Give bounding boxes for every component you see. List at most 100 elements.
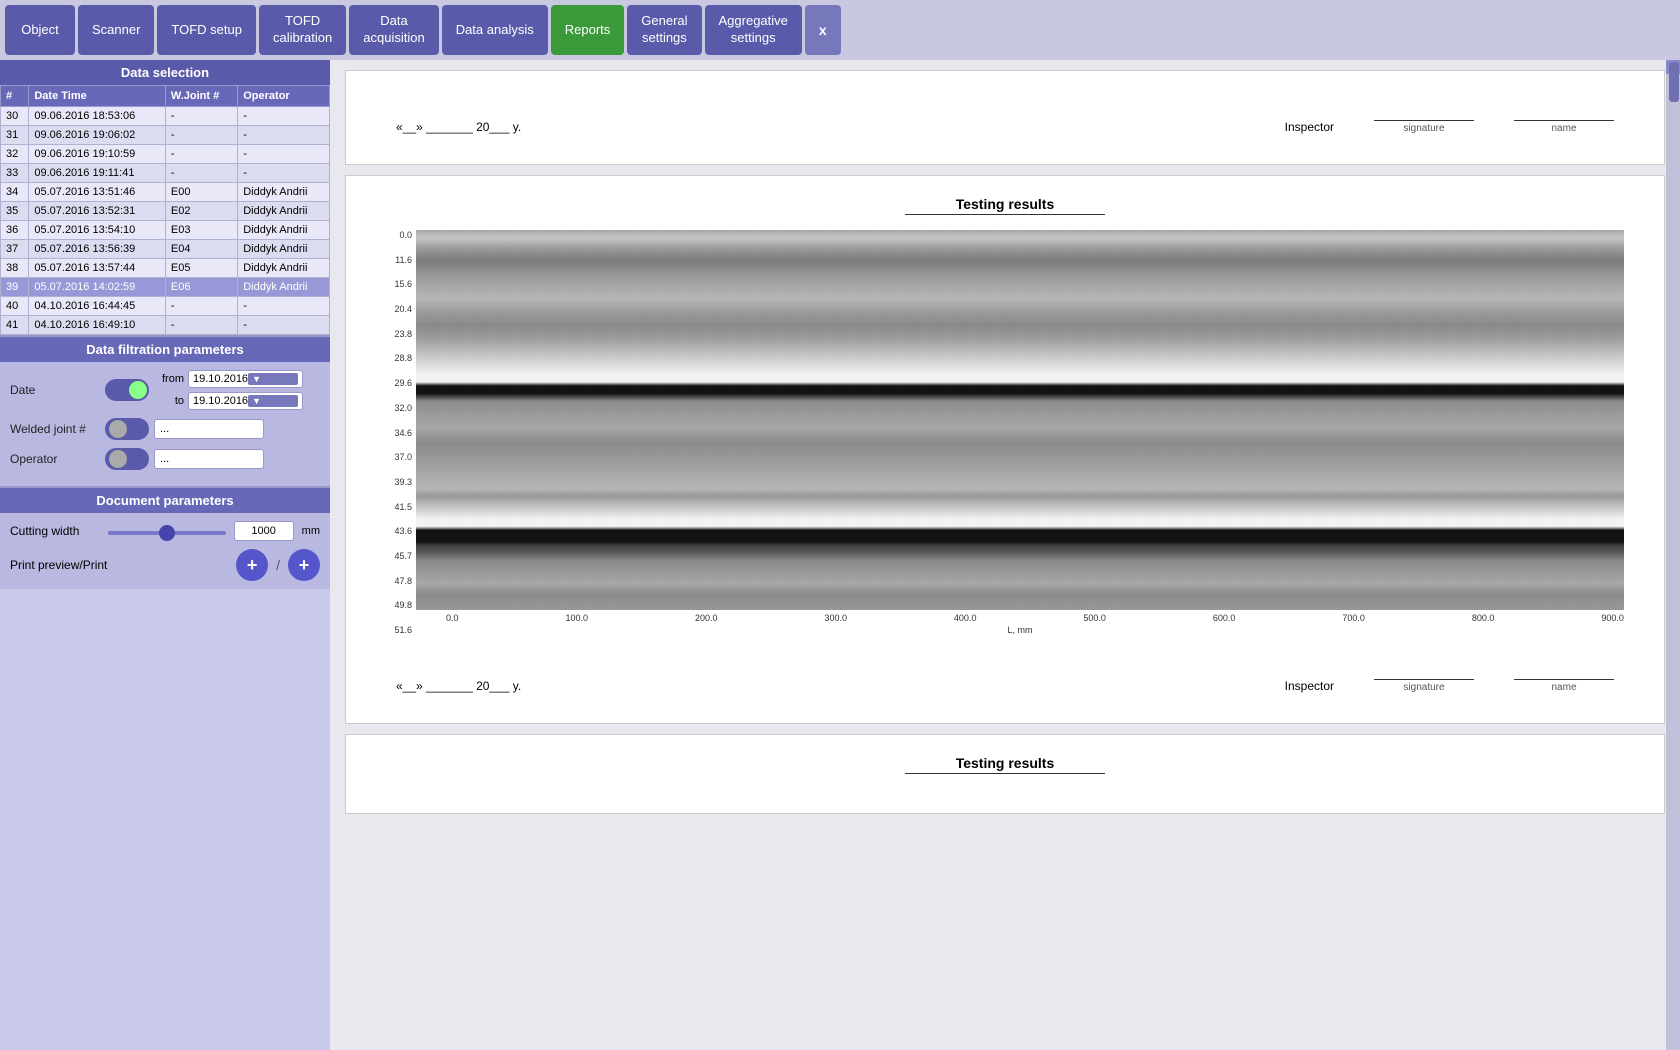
report-page-1: «__» _______ 20___ y. Inspector signatur… — [345, 70, 1665, 165]
cell-operator: - — [238, 164, 330, 183]
date-to-arrow-icon[interactable]: ▼ — [248, 395, 298, 407]
table-row[interactable]: 39 05.07.2016 14:02:59 E06 Diddyk Andrii — [1, 278, 330, 297]
nav-general-settings[interactable]: General settings — [627, 5, 701, 55]
cell-operator: - — [238, 126, 330, 145]
cell-wjoint: E02 — [165, 202, 237, 221]
nav-aggregative-settings[interactable]: Aggregative settings — [705, 5, 802, 55]
name-caption-2: name — [1551, 682, 1576, 693]
data-table-wrapper[interactable]: # Date Time W.Joint # Operator 30 09.06.… — [0, 85, 330, 335]
table-row[interactable]: 38 05.07.2016 13:57:44 E05 Diddyk Andrii — [1, 259, 330, 278]
y-axis-tick: 41.5 — [386, 502, 412, 512]
nav-object[interactable]: Object — [5, 5, 75, 55]
nav-reports[interactable]: Reports — [551, 5, 625, 55]
x-axis-tick: 500.0 — [1083, 613, 1106, 623]
right-scrollbar[interactable]: ▲ — [1666, 60, 1680, 1050]
date-to-value: 19.10.2016 — [193, 395, 248, 407]
table-row[interactable]: 41 04.10.2016 16:49:10 - - — [1, 316, 330, 335]
date-from-to: from 19.10.2016 ▼ to 19.10.2016 ▼ — [154, 370, 303, 410]
nav-data-acquisition[interactable]: Data acquisition — [349, 5, 438, 55]
table-row[interactable]: 37 05.07.2016 13:56:39 E04 Diddyk Andrii — [1, 240, 330, 259]
doc-params-section: Document parameters Cutting width mm Pri… — [0, 486, 330, 589]
scrollbar-thumb[interactable] — [1669, 62, 1679, 102]
wjoint-toggle[interactable] — [105, 418, 149, 440]
y-axis-tick: 28.8 — [386, 353, 412, 363]
print-row: Print preview/Print + / + — [10, 549, 320, 581]
wjoint-label: Welded joint # — [10, 422, 100, 436]
scan-container: 0.011.615.620.423.828.829.632.034.637.03… — [376, 225, 1634, 650]
cell-wjoint: - — [165, 164, 237, 183]
cell-operator: Diddyk Andrii — [238, 183, 330, 202]
operator-input[interactable] — [154, 449, 264, 469]
table-row[interactable]: 35 05.07.2016 13:52:31 E02 Diddyk Andrii — [1, 202, 330, 221]
cell-datetime: 04.10.2016 16:44:45 — [29, 297, 166, 316]
nav-tofd-setup[interactable]: TOFD setup — [157, 5, 256, 55]
y-axis-tick: 51.6 — [386, 625, 412, 635]
nav-scanner[interactable]: Scanner — [78, 5, 154, 55]
wjoint-toggle-wrapper — [105, 418, 149, 440]
operator-toggle[interactable] — [105, 448, 149, 470]
cutting-width-label: Cutting width — [10, 524, 100, 538]
operator-toggle-wrapper — [105, 448, 149, 470]
cell-wjoint: - — [165, 145, 237, 164]
cell-id: 30 — [1, 107, 29, 126]
table-row[interactable]: 33 09.06.2016 19:11:41 - - — [1, 164, 330, 183]
right-content[interactable]: «__» _______ 20___ y. Inspector signatur… — [330, 60, 1680, 1050]
operator-filter-row: Operator — [10, 448, 320, 470]
nav-tofd-calibration[interactable]: TOFD calibration — [259, 5, 346, 55]
main-layout: Data selection # Date Time W.Joint # Ope… — [0, 60, 1680, 1050]
cutting-width-value[interactable] — [234, 521, 294, 541]
x-axis-tick: 400.0 — [954, 613, 977, 623]
inspector-row-2: Inspector signature name — [1285, 660, 1614, 693]
date-from-arrow-icon[interactable]: ▼ — [248, 373, 298, 385]
print-slash: / — [276, 557, 280, 573]
y-axis-tick: 32.0 — [386, 403, 412, 413]
table-row[interactable]: 36 05.07.2016 13:54:10 E03 Diddyk Andrii — [1, 221, 330, 240]
wjoint-filter-row: Welded joint # — [10, 418, 320, 440]
nav-data-analysis[interactable]: Data analysis — [442, 5, 548, 55]
name-col-2: name — [1514, 660, 1614, 693]
wjoint-input[interactable] — [154, 419, 264, 439]
cutting-width-slider[interactable] — [108, 531, 226, 535]
date-from-select[interactable]: 19.10.2016 ▼ — [188, 370, 303, 388]
x-axis-tick: 300.0 — [824, 613, 847, 623]
y-axis-tick: 23.8 — [386, 329, 412, 339]
cell-wjoint: E03 — [165, 221, 237, 240]
cell-wjoint: E00 — [165, 183, 237, 202]
table-row[interactable]: 32 09.06.2016 19:10:59 - - — [1, 145, 330, 164]
date-text-1: «__» _______ 20___ y. — [396, 120, 521, 134]
name-line-2 — [1514, 660, 1614, 680]
signature-col-1: signature — [1374, 101, 1474, 134]
table-row[interactable]: 30 09.06.2016 18:53:06 - - — [1, 107, 330, 126]
cell-operator: - — [238, 145, 330, 164]
x-axis-tick: 900.0 — [1601, 613, 1624, 623]
cell-operator: - — [238, 297, 330, 316]
cell-datetime: 05.07.2016 13:54:10 — [29, 221, 166, 240]
x-axis-tick: 100.0 — [565, 613, 588, 623]
y-axis-tick: 20.4 — [386, 304, 412, 314]
inspector-label-1: Inspector — [1285, 120, 1334, 134]
date-toggle[interactable] — [105, 379, 149, 401]
cutting-slider-wrapper — [108, 524, 226, 538]
signature-col-2: signature — [1374, 660, 1474, 693]
print-btn-1[interactable]: + — [236, 549, 268, 581]
table-row[interactable]: 40 04.10.2016 16:44:45 - - — [1, 297, 330, 316]
y-axis-tick: 11.6 — [386, 255, 412, 265]
cell-id: 35 — [1, 202, 29, 221]
nav-close[interactable]: x — [805, 5, 841, 55]
print-label: Print preview/Print — [10, 558, 228, 572]
y-axis-tick: 15.6 — [386, 279, 412, 289]
table-row[interactable]: 34 05.07.2016 13:51:46 E00 Diddyk Andrii — [1, 183, 330, 202]
table-row[interactable]: 31 09.06.2016 19:06:02 - - — [1, 126, 330, 145]
signature-row-2: «__» _______ 20___ y. Inspector signatur… — [376, 650, 1634, 703]
name-col-1: name — [1514, 101, 1614, 134]
y-axis-tick: 34.6 — [386, 428, 412, 438]
y-axis-tick: 0.0 — [386, 230, 412, 240]
cell-datetime: 05.07.2016 13:51:46 — [29, 183, 166, 202]
filter-header: Data filtration parameters — [0, 337, 330, 362]
print-btn-2[interactable]: + — [288, 549, 320, 581]
cell-wjoint: - — [165, 126, 237, 145]
to-label: to — [154, 395, 184, 407]
scan-image — [416, 230, 1624, 610]
date-to-select[interactable]: 19.10.2016 ▼ — [188, 392, 303, 410]
from-label: from — [154, 373, 184, 385]
